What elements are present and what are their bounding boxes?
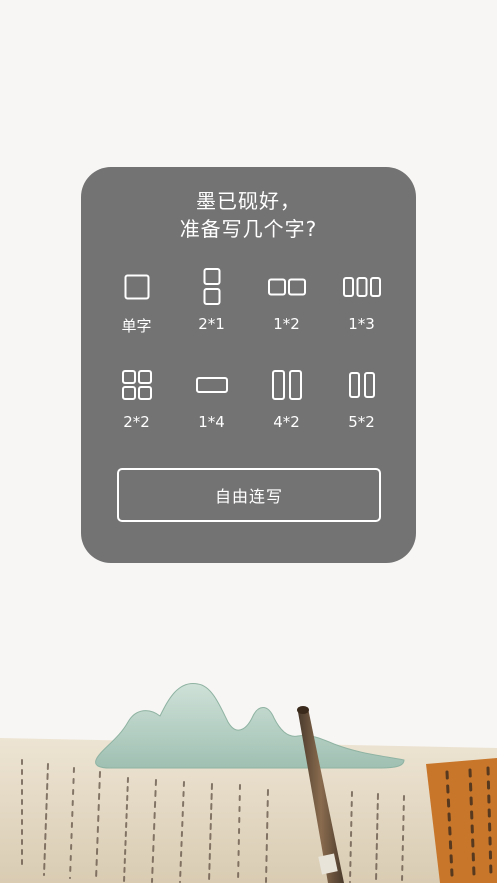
option-1x3[interactable]: 1*3 — [324, 267, 399, 345]
option-1x2[interactable]: 1*2 — [249, 267, 324, 345]
option-label: 4*2 — [273, 413, 300, 431]
dialog-title: 墨已砚好， 准备写几个字? — [81, 187, 416, 243]
layout-options-grid: 单字 2*1 1*2 1*3 2*2 1*4 4*2 5*2 — [99, 267, 399, 443]
option-1x4[interactable]: 1*4 — [174, 365, 249, 443]
option-4x2[interactable]: 4*2 — [249, 365, 324, 443]
option-5x2[interactable]: 5*2 — [324, 365, 399, 443]
option-2x2[interactable]: 2*2 — [99, 365, 174, 443]
two-stacked-squares-icon — [203, 267, 221, 307]
option-label: 2*1 — [198, 315, 225, 333]
two-tall-rectangles-icon — [271, 365, 302, 405]
option-label: 1*3 — [348, 315, 375, 333]
option-label: 2*2 — [123, 413, 150, 431]
two-side-by-side-squares-icon — [267, 267, 306, 307]
two-narrow-rectangles-icon — [348, 365, 375, 405]
option-single[interactable]: 单字 — [99, 267, 174, 345]
option-label: 1*4 — [198, 413, 225, 431]
wide-rectangle-icon — [195, 365, 228, 405]
option-label: 1*2 — [273, 315, 300, 333]
calligraphy-scene-illustration — [0, 683, 497, 883]
title-line-2: 准备写几个字? — [179, 217, 318, 241]
title-line-1: 墨已砚好， — [196, 189, 301, 213]
option-2x1[interactable]: 2*1 — [174, 267, 249, 345]
option-label: 单字 — [121, 317, 152, 335]
option-label: 5*2 — [348, 413, 375, 431]
jade-mountain-brush-rest — [95, 683, 405, 769]
three-side-by-side-icon — [342, 267, 381, 307]
four-grid-icon — [121, 365, 152, 405]
single-square-icon — [124, 267, 150, 307]
layout-picker-card: 墨已砚好， 准备写几个字? 单字 2*1 1*2 1*3 2*2 1*4 4*2… — [81, 167, 416, 563]
free-write-button[interactable]: 自由连写 — [117, 468, 381, 522]
